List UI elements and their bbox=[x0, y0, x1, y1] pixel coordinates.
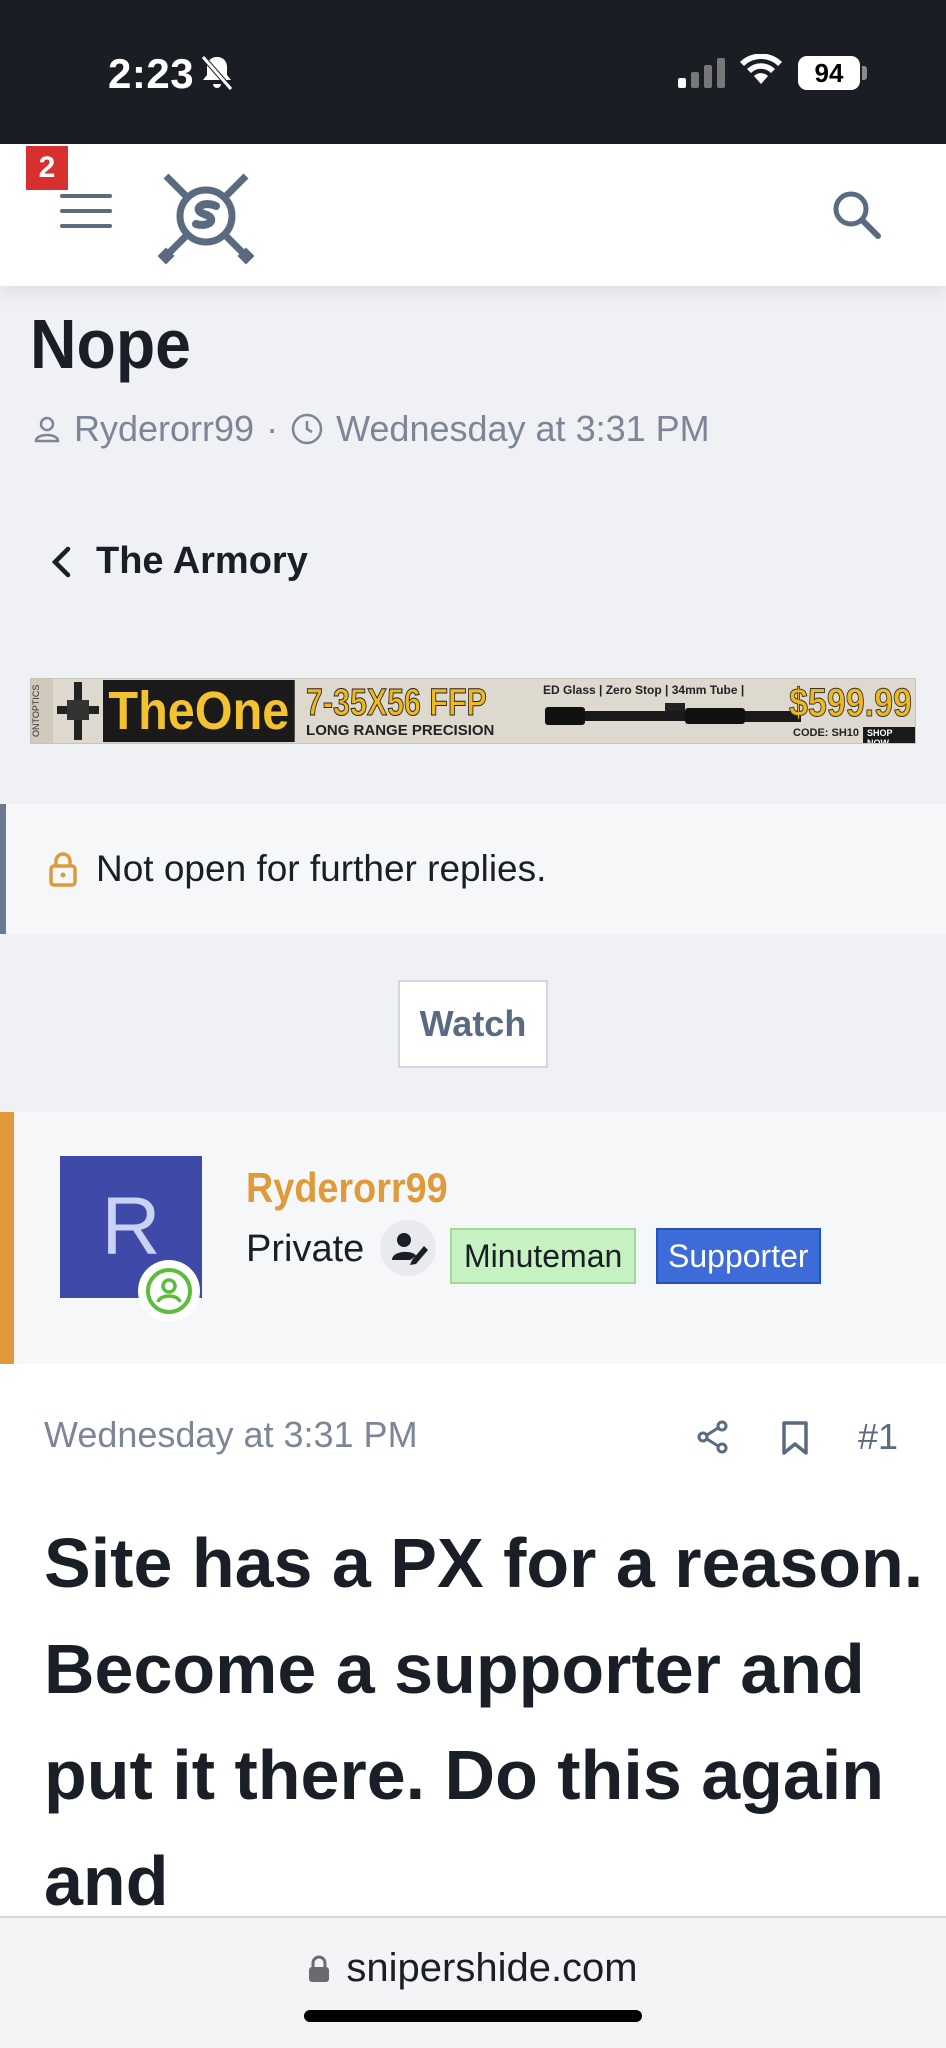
banner-spec: 7-35X56 FFP LONG RANGE PRECISION bbox=[306, 681, 532, 739]
banner-brand: ONTOPTICS bbox=[31, 679, 53, 743]
user-icon bbox=[34, 416, 60, 443]
search-icon[interactable] bbox=[830, 188, 882, 245]
url-text: snipershide.com bbox=[346, 1946, 638, 1990]
banner-price: $599.99 bbox=[789, 681, 913, 726]
padlock-icon bbox=[309, 1955, 330, 1982]
post-body-text: Site has a PX for a reason. Become a sup… bbox=[44, 1524, 924, 1920]
chevron-left-icon bbox=[51, 546, 71, 577]
back-to-forum-link[interactable]: The Armory bbox=[50, 540, 308, 583]
author-username[interactable]: Ryderorr99 bbox=[246, 1164, 448, 1212]
battery-tip bbox=[862, 66, 867, 80]
thread-author-link[interactable]: Ryderorr99 bbox=[74, 408, 254, 450]
site-logo[interactable] bbox=[157, 168, 255, 269]
banner-features: ED Glass | Zero Stop | 34mm Tube | bbox=[543, 683, 745, 697]
site-header: 2 bbox=[0, 144, 946, 286]
online-status-icon bbox=[138, 1260, 200, 1322]
status-time: 2:23 bbox=[108, 50, 195, 97]
silent-bell-icon bbox=[200, 54, 234, 97]
home-indicator bbox=[304, 2010, 642, 2022]
notice-text: Not open for further replies. bbox=[96, 848, 547, 889]
clock-icon bbox=[291, 413, 323, 445]
scope-reticle-icon bbox=[53, 679, 103, 743]
notification-badge[interactable]: 2 bbox=[26, 146, 68, 190]
riflescope-image bbox=[545, 703, 801, 725]
share-icon[interactable] bbox=[696, 1420, 730, 1459]
banner-cta[interactable]: SHOP NOW bbox=[863, 727, 915, 743]
thread-title: Nope bbox=[30, 305, 191, 383]
thread-date[interactable]: Wednesday at 3:31 PM bbox=[336, 408, 710, 450]
address-field[interactable]: snipershide.com bbox=[0, 1946, 946, 1991]
banner-product: TheOne bbox=[103, 680, 295, 742]
meta-separator: · bbox=[266, 408, 279, 449]
post-date[interactable]: Wednesday at 3:31 PM bbox=[44, 1414, 418, 1456]
post-author-card: R Ryderorr99 Private Minuteman Supporter bbox=[0, 1112, 946, 1364]
signal-icon bbox=[678, 58, 726, 93]
thread-meta: Ryderorr99 · Wednesday at 3:31 PM bbox=[32, 408, 710, 450]
hamburger-menu-icon[interactable] bbox=[60, 194, 112, 234]
banner-code: CODE: SH10 bbox=[793, 727, 860, 739]
lock-icon bbox=[49, 852, 77, 887]
banner-spec-subtitle: LONG RANGE PRECISION bbox=[306, 721, 495, 739]
thread-locked-notice: Not open for further replies. bbox=[0, 804, 946, 934]
battery-level: 94 bbox=[798, 56, 860, 90]
author-rank: Private bbox=[246, 1228, 365, 1270]
banner-spec-title: 7-35X56 FFP bbox=[306, 681, 488, 724]
post-number-link[interactable]: #1 bbox=[858, 1416, 898, 1458]
user-banner-minuteman: Minuteman bbox=[450, 1228, 637, 1284]
wifi-icon bbox=[740, 53, 782, 91]
watch-button[interactable]: Watch bbox=[398, 980, 548, 1068]
ad-banner[interactable]: ONTOPTICS TheOne 7-35X56 FFP LONG RANGE … bbox=[30, 678, 916, 744]
post-message: Wednesday at 3:31 PM #1 Site has a PX fo… bbox=[0, 1364, 946, 1920]
rank-badge-icon bbox=[380, 1220, 436, 1276]
user-banner-supporter: Supporter bbox=[656, 1228, 821, 1284]
status-bar: 2:23 94 bbox=[0, 0, 946, 144]
browser-url-bar[interactable]: snipershide.com bbox=[0, 1916, 946, 2048]
bookmark-icon[interactable] bbox=[780, 1420, 810, 1461]
back-link-label: The Armory bbox=[96, 540, 308, 582]
